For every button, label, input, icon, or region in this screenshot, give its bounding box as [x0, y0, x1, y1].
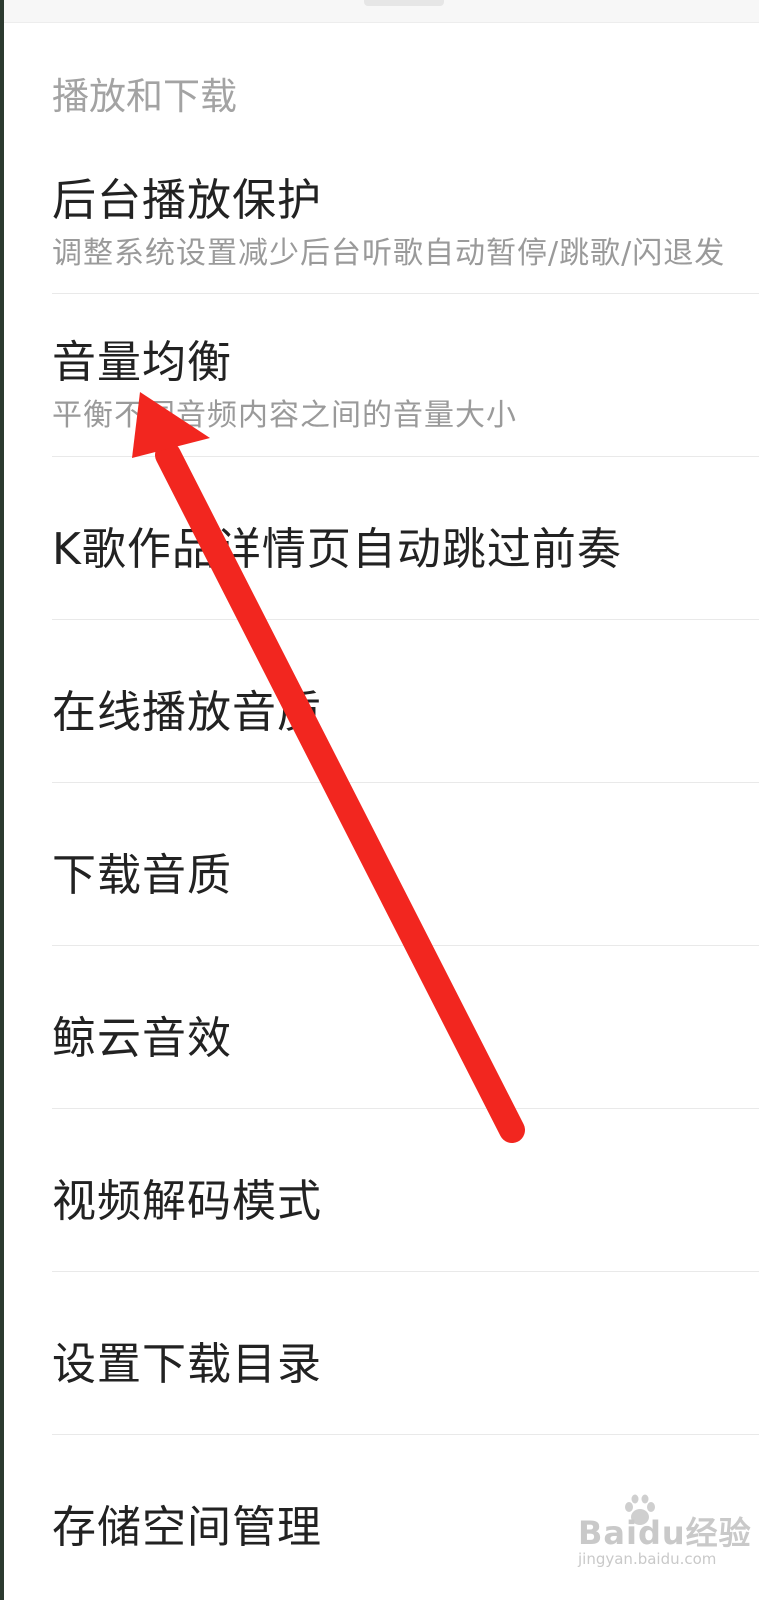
setting-item-title: 下载音质	[52, 850, 232, 901]
setting-item-title: 音量均衡	[52, 337, 232, 388]
setting-item-subtitle: 平衡不同音频内容之间的音量大小	[52, 398, 517, 433]
setting-item-download-directory[interactable]: 设置下载目录	[0, 1272, 759, 1434]
setting-item-title: 鲸云音效	[52, 1013, 232, 1064]
watermark-logo-text: Baidu经验	[578, 1514, 752, 1552]
setting-item-title: 后台播放保护	[52, 175, 322, 226]
setting-item-title: 视频解码模式	[52, 1176, 322, 1227]
setting-item-volume-balance[interactable]: 音量均衡 平衡不同音频内容之间的音量大小	[0, 294, 759, 456]
setting-item-background-play-protection[interactable]: 后台播放保护 调整系统设置减少后台听歌自动暂停/跳歌/闪退发	[0, 150, 759, 294]
setting-item-download-quality[interactable]: 下载音质	[0, 783, 759, 945]
top-bar-strip	[4, 0, 759, 23]
setting-item-title: 存储空间管理	[52, 1502, 322, 1553]
watermark-url: jingyan.baidu.com	[578, 1550, 717, 1568]
setting-item-title: K歌作品详情页自动跳过前奏	[52, 524, 622, 575]
setting-item-online-play-quality[interactable]: 在线播放音质	[0, 620, 759, 782]
setting-item-karaoke-skip-intro[interactable]: K歌作品详情页自动跳过前奏	[0, 457, 759, 619]
setting-item-title: 在线播放音质	[52, 687, 322, 738]
setting-item-subtitle: 调整系统设置减少后台听歌自动暂停/跳歌/闪退发	[52, 236, 726, 271]
setting-item-whale-sound-effects[interactable]: 鲸云音效	[0, 946, 759, 1108]
baidu-watermark: Baidu经验 jingyan.baidu.com	[578, 1494, 752, 1574]
setting-item-title: 设置下载目录	[52, 1339, 322, 1390]
section-header-playback-download: 播放和下载	[52, 75, 237, 118]
setting-item-video-decode-mode[interactable]: 视频解码模式	[0, 1109, 759, 1271]
